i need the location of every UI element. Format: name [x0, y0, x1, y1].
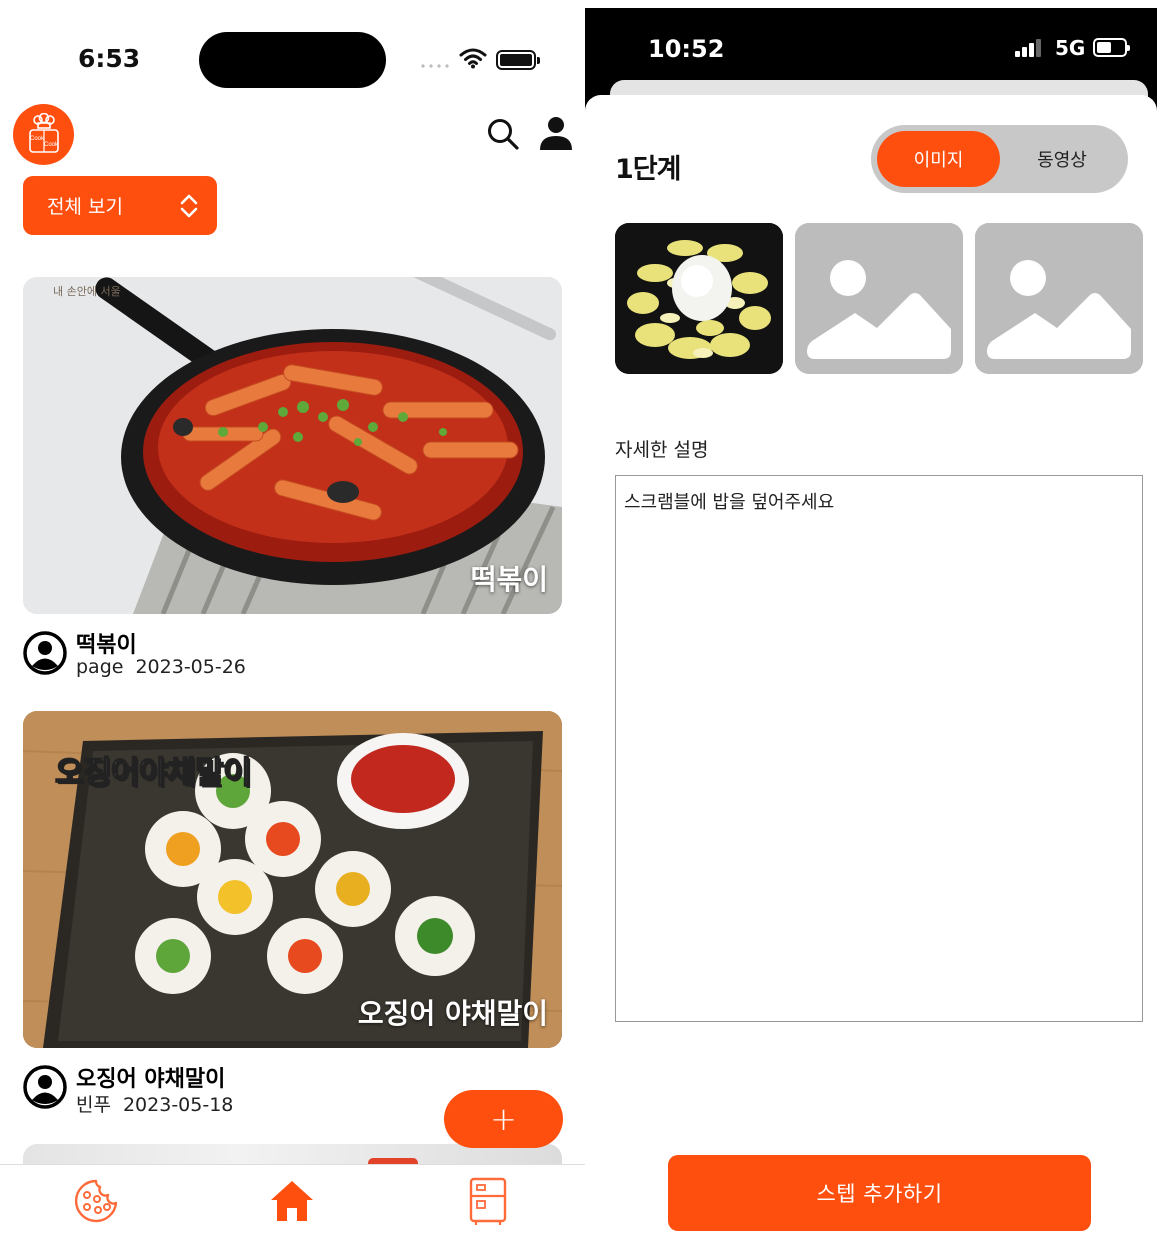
add-recipe-fab[interactable]: +	[444, 1090, 563, 1148]
media-type-toggle: 이미지 동영상	[871, 125, 1128, 193]
fridge-icon	[469, 1177, 507, 1225]
post-info: 빈푸 2023-05-18	[76, 1090, 233, 1117]
step-image-slot[interactable]	[615, 223, 783, 374]
step-image-slot[interactable]	[795, 223, 963, 374]
image-caption-top: 오징어야채말이	[54, 754, 252, 792]
recipe-feed-screen: 6:53 Cook Cook 전체 보기 내 손안에 서울 떡볶이 떡볶이 pa…	[0, 0, 585, 1252]
chevron-up-down-icon	[180, 194, 198, 218]
post-date: 2023-05-26	[135, 656, 246, 678]
user-avatar-icon	[23, 1065, 67, 1109]
search-icon[interactable]	[486, 117, 520, 151]
post-date: 2023-05-18	[122, 1094, 234, 1116]
cookie-icon	[74, 1179, 118, 1223]
cellular-dots-icon	[419, 64, 451, 68]
bottom-tab-bar	[0, 1164, 585, 1252]
toggle-video[interactable]: 동영상	[1003, 131, 1121, 187]
battery-icon	[1093, 38, 1130, 57]
post-meta[interactable]: 떡볶이 page 2023-05-26	[23, 627, 543, 679]
toggle-image[interactable]: 이미지	[877, 131, 1000, 187]
user-avatar-icon	[23, 631, 67, 675]
post-author: page	[76, 656, 124, 678]
post-author: 빈푸	[76, 1094, 111, 1116]
tab-home[interactable]	[262, 1173, 322, 1229]
network-label: 5G	[1055, 36, 1086, 60]
step-image-slot[interactable]	[975, 223, 1143, 374]
step-title: 1단계	[615, 154, 681, 185]
image-placeholder-icon	[795, 223, 963, 374]
status-time: 6:53	[78, 44, 141, 73]
chef-logo-icon[interactable]: Cook Cook	[13, 104, 74, 165]
post-title: 떡볶이	[76, 633, 137, 658]
filter-label: 전체 보기	[47, 196, 123, 218]
filter-dropdown-button[interactable]: 전체 보기	[23, 176, 217, 235]
step-sheet: 1단계 이미지 동영상 자세한 설명 스크램블에 밥을 덮어주세요 스텝 추가하…	[585, 95, 1157, 1252]
wifi-icon	[459, 48, 487, 69]
svg-text:Cook: Cook	[43, 142, 58, 148]
image-caption: 오징어 야채말이	[357, 997, 548, 1030]
status-time: 10:52	[648, 35, 725, 63]
recipe-card-image[interactable]: 오징어야채말이 오징어 야채말이	[23, 711, 562, 1048]
description-label: 자세한 설명	[615, 439, 709, 461]
dynamic-island	[199, 32, 386, 88]
step-editor-screen: 10:52 5G 1단계 이미지 동영상 자세한 설명 스크램블에 밥을 덮어주…	[585, 8, 1157, 1252]
recipe-card-image[interactable]: 내 손안에 서울 떡볶이	[23, 277, 562, 614]
tab-cookie[interactable]	[66, 1173, 126, 1229]
post-title: 오징어 야채말이	[76, 1067, 226, 1092]
tab-fridge[interactable]	[458, 1173, 518, 1229]
add-step-button[interactable]: 스텝 추가하기	[668, 1155, 1091, 1231]
home-icon	[271, 1181, 313, 1221]
scrambled-egg-rice-photo	[615, 223, 783, 374]
svg-text:Cook: Cook	[29, 136, 44, 142]
image-placeholder-icon	[975, 223, 1143, 374]
image-caption: 떡볶이	[470, 563, 548, 596]
post-info: page 2023-05-26	[76, 656, 246, 678]
person-icon[interactable]	[538, 115, 574, 151]
cellular-signal-icon	[1015, 39, 1041, 57]
image-watermark: 내 손안에 서울	[53, 285, 121, 298]
description-textarea[interactable]: 스크램블에 밥을 덮어주세요	[615, 475, 1143, 1022]
battery-icon	[496, 50, 540, 70]
